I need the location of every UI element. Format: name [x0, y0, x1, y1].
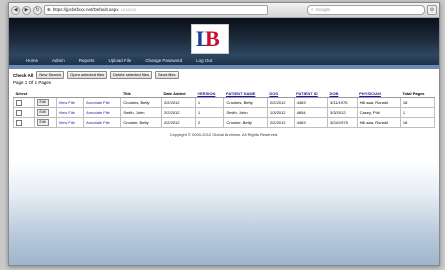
cell-date-added: 2/2/2012: [160, 107, 196, 118]
column-header: Total Pages: [400, 90, 435, 98]
row-select-checkbox[interactable]: [16, 119, 22, 126]
page-current: 1: [24, 80, 28, 85]
delete-selected-button[interactable]: Delete selected files: [110, 71, 152, 79]
table-header-row: Select Title Date Added VERSION PATIENT NAME…: [13, 90, 435, 98]
column-header[interactable]: PATIENT ID: [294, 90, 328, 98]
cell-patient-id: 4463: [293, 117, 329, 128]
menu-home[interactable]: Home: [19, 58, 45, 63]
table-row: Edit View File Annotate File Smith, John 2/2…: [13, 107, 436, 118]
globe-icon: ⊕: [47, 7, 51, 12]
search-placeholder: Google: [315, 7, 331, 12]
column-header[interactable]: DOB: [327, 90, 358, 98]
browser-window: ◀ ▶ ↻ ⊕ https://jpcbkfxxx.net/Default.as…: [8, 2, 440, 266]
menu-log-out[interactable]: Log Out: [189, 58, 219, 63]
menu-change-password[interactable]: Change Password: [138, 58, 189, 63]
site-header: L B: [9, 18, 439, 55]
cell-title: Crooker, Betty: [120, 117, 162, 128]
row-select-checkbox[interactable]: [16, 109, 22, 116]
column-header: [34, 90, 57, 98]
table-row: Edit View File Annotate File Crookes, Betty…: [13, 97, 436, 108]
page-label: Page: [13, 80, 24, 85]
cell-dob: 3/3/2012: [327, 107, 358, 118]
cell-physician: Casey, Phil: [356, 107, 401, 118]
column-header: [56, 90, 84, 98]
column-header[interactable]: PATIENT NAME: [223, 90, 268, 98]
view-file-link[interactable]: View File: [55, 107, 85, 118]
cell-dos: 2/2/2012: [266, 117, 295, 128]
column-header: Title: [120, 90, 162, 98]
page-background: [9, 161, 439, 265]
file-toolbar: Check All New Search Open selected files…: [13, 71, 435, 79]
column-header: [83, 90, 121, 98]
page-of-label: Of: [28, 80, 34, 85]
cell-physician: Hill aaa, Ronald: [356, 97, 401, 108]
cell-title: Crookes, Betty: [120, 97, 162, 108]
site-logo: L B: [191, 24, 229, 54]
address-url: https://jpcbkfxxx.net/Default.aspx: [52, 7, 119, 12]
send-files-button[interactable]: Send files: [154, 71, 179, 79]
view-file-link[interactable]: View File: [55, 117, 85, 128]
pages-label: Pages: [38, 80, 52, 85]
edit-button[interactable]: Edit: [36, 99, 49, 106]
cell-patient-id: 4463: [293, 97, 329, 108]
cell-pages: 18: [399, 117, 436, 128]
files-table: Select Title Date Added VERSION PATIENT NAME…: [13, 90, 436, 128]
copyright-text: Copyright © 2000-2012 Global Archives. A…: [169, 132, 279, 137]
cell-physician: Hill aaa, Ronald: [356, 117, 401, 128]
table-body: Edit View File Annotate File Crookes, Betty…: [13, 97, 436, 128]
content-area: Check All New Search Open selected files…: [9, 69, 439, 141]
menu-admin[interactable]: Admin: [45, 58, 72, 63]
main-menu: Home Admin Reports Upload File Change Pa…: [9, 55, 439, 65]
cell-date-added: 2/2/2012: [160, 97, 196, 108]
cell-patient-name: Smith, John: [223, 107, 268, 118]
address-suffix: Lexicon: [120, 7, 137, 12]
cell-patient-name: Crookes, Betty: [223, 97, 268, 108]
menu-upload-file[interactable]: Upload File: [102, 58, 139, 63]
cell-date-added: 2/2/2012: [160, 117, 196, 128]
logo-letter-b: B: [205, 26, 220, 51]
search-input[interactable]: ⌕ Google: [307, 5, 425, 15]
column-header[interactable]: DOS: [267, 90, 295, 98]
cell-dos: 2/2/2012: [266, 97, 295, 108]
cell-version: 1: [194, 97, 225, 108]
edit-button[interactable]: Edit: [36, 109, 49, 116]
view-file-link[interactable]: View File: [55, 97, 85, 108]
menu-reports[interactable]: Reports: [72, 58, 102, 63]
cell-dob: 3/24/1975: [327, 117, 358, 128]
cell-dob: 3/11/1975: [327, 97, 358, 108]
forward-icon[interactable]: ▶: [22, 5, 31, 15]
cell-pages: 18: [399, 97, 436, 108]
new-search-button[interactable]: New Search: [36, 71, 65, 79]
page-total: 1: [34, 80, 38, 85]
edit-button[interactable]: Edit: [36, 119, 49, 126]
open-selected-button[interactable]: Open selected files: [67, 71, 108, 79]
annotate-file-link[interactable]: Annotate File: [83, 117, 122, 128]
pagination-info: Page 1 Of 1 Pages: [13, 80, 435, 85]
annotate-file-link[interactable]: Annotate File: [83, 97, 122, 108]
cell-dos: 1/3/2012: [266, 107, 295, 118]
column-header[interactable]: VERSION: [195, 90, 224, 98]
cell-version: 2: [194, 117, 225, 128]
cell-pages: 1: [399, 107, 436, 118]
cell-patient-name: Crooker, Betty: [223, 117, 268, 128]
table-row: Edit View File Annotate File Crooker, Betty…: [13, 117, 436, 128]
search-icon: ⌕: [311, 7, 314, 12]
cell-version: 1: [194, 107, 225, 118]
reload-icon[interactable]: ↻: [33, 5, 42, 15]
column-header[interactable]: PHYSICIAN: [357, 90, 401, 98]
settings-icon[interactable]: ⚙: [427, 5, 437, 15]
column-header: Date Added: [161, 90, 196, 98]
cell-title: Smith, John: [120, 107, 162, 118]
address-bar[interactable]: ⊕ https://jpcbkfxxx.net/Default.aspx Lex…: [44, 5, 268, 15]
back-icon[interactable]: ◀: [11, 5, 20, 15]
cell-patient-id: 4654: [293, 107, 329, 118]
column-header: Select: [13, 90, 35, 98]
annotate-file-link[interactable]: Annotate File: [83, 107, 122, 118]
row-select-checkbox[interactable]: [16, 99, 22, 106]
browser-toolbar: ◀ ▶ ↻ ⊕ https://jpcbkfxxx.net/Default.as…: [9, 3, 439, 18]
check-all-link[interactable]: Check All: [13, 73, 33, 78]
